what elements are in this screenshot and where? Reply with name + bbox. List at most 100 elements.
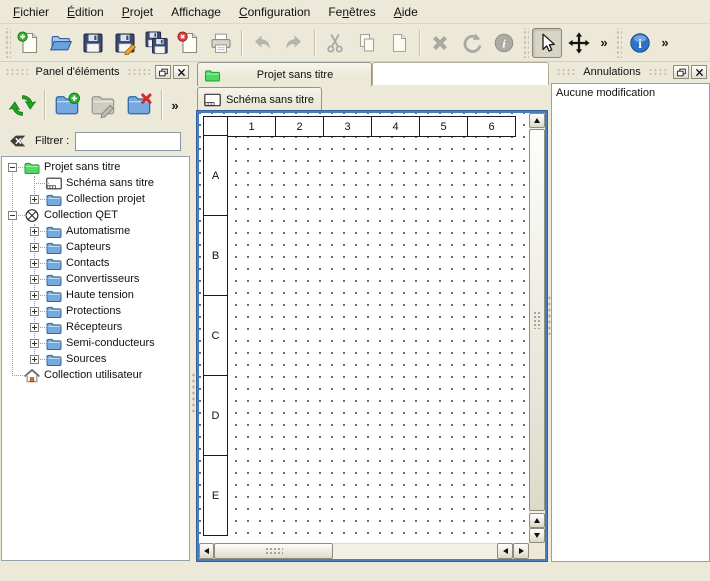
tree-item-schema-sans-titre[interactable]: Schéma sans titre xyxy=(2,176,189,192)
menu-edition[interactable]: Édition xyxy=(58,2,113,22)
menu-affichage[interactable]: Affichage xyxy=(162,2,230,22)
filter-label: Filtrer : xyxy=(35,135,69,147)
new-file-button[interactable] xyxy=(14,28,44,58)
close-file-button[interactable] xyxy=(174,28,204,58)
scroll-left-button[interactable] xyxy=(199,543,214,559)
expand-box[interactable] xyxy=(30,227,39,236)
rotate-button[interactable] xyxy=(457,28,487,58)
tree-item-sources[interactable]: Sources xyxy=(2,352,189,368)
tab-schema[interactable]: Schéma sans titre xyxy=(197,87,322,111)
float-panel-button[interactable] xyxy=(673,65,689,79)
tree-item-label: Récepteurs xyxy=(66,321,122,333)
expand-box[interactable] xyxy=(30,195,39,204)
expand-box[interactable] xyxy=(30,243,39,252)
paste-button[interactable] xyxy=(384,28,414,58)
vertical-scrollbar[interactable] xyxy=(529,113,545,543)
filter-input[interactable] xyxy=(75,132,181,151)
collapse-box[interactable] xyxy=(8,211,17,220)
menu-fenetres[interactable]: Fenêtres xyxy=(319,2,384,22)
expand-box[interactable] xyxy=(30,275,39,284)
new-category-button[interactable] xyxy=(50,87,84,123)
grid-column-5: 5 xyxy=(419,116,468,137)
thumb-grip xyxy=(265,547,283,555)
grid-column-3: 3 xyxy=(323,116,372,137)
tree-item-projet-sans-titre[interactable]: Projet sans titre xyxy=(2,160,189,176)
tree-item-protections[interactable]: Protections xyxy=(2,304,189,320)
clear-filter-button[interactable] xyxy=(5,132,29,150)
edit-category-button[interactable] xyxy=(86,87,120,123)
print-button[interactable] xyxy=(206,28,236,58)
delete-button[interactable] xyxy=(425,28,455,58)
clear-filter-icon xyxy=(8,134,27,148)
expand-box[interactable] xyxy=(30,291,39,300)
undo-history-item[interactable]: Aucune modification xyxy=(552,84,709,101)
tree-item-recepteurs[interactable]: Récepteurs xyxy=(2,320,189,336)
tree-item-label: Convertisseurs xyxy=(66,273,139,285)
tree-item-collection-utilisateur[interactable]: Collection utilisateur xyxy=(2,368,189,384)
restore-icon xyxy=(159,68,168,77)
float-panel-button[interactable] xyxy=(155,65,171,79)
expand-box[interactable] xyxy=(30,259,39,268)
expand-box[interactable] xyxy=(30,323,39,332)
tree-branch-line xyxy=(34,183,49,184)
horizontal-scrollbar-thumb[interactable] xyxy=(214,543,333,559)
open-file-button[interactable] xyxy=(46,28,76,58)
vertical-scrollbar-thumb[interactable] xyxy=(529,129,545,511)
left-splitter-handle[interactable] xyxy=(191,372,196,412)
reload-button[interactable] xyxy=(5,87,39,123)
tree-item-capteurs[interactable]: Capteurs xyxy=(2,240,189,256)
tree-item-collection-qet[interactable]: Collection QET xyxy=(2,208,189,224)
print-icon xyxy=(209,31,233,55)
copy-button[interactable] xyxy=(352,28,382,58)
object-info-button[interactable]: i xyxy=(489,28,519,58)
overflow-button[interactable]: » xyxy=(656,30,674,56)
tree-item-label: Haute tension xyxy=(66,289,134,301)
menu-configuration[interactable]: Configuration xyxy=(230,2,319,22)
toolbar-handle[interactable] xyxy=(4,28,11,58)
info-button[interactable]: i xyxy=(625,28,655,58)
undo-history-list[interactable]: Aucune modification xyxy=(551,83,710,562)
scroll-up-button-2[interactable] xyxy=(529,513,545,528)
overflow-button[interactable]: » xyxy=(595,30,613,56)
toolbar-handle[interactable] xyxy=(522,28,529,58)
redo-button[interactable] xyxy=(279,28,309,58)
scroll-left-button-2[interactable] xyxy=(497,543,513,559)
scroll-up-button[interactable] xyxy=(529,113,545,128)
save-all-button[interactable] xyxy=(142,28,172,58)
delete-category-button[interactable] xyxy=(122,87,156,123)
tree-item-collection-projet[interactable]: Collection projet xyxy=(2,192,189,208)
save-as-button[interactable] xyxy=(110,28,140,58)
scroll-right-button[interactable] xyxy=(513,543,529,559)
expand-box[interactable] xyxy=(30,307,39,316)
elements-panel-title: Panel d'éléments xyxy=(33,66,121,78)
restore-icon xyxy=(677,68,686,77)
tab-project[interactable]: Projet sans titre xyxy=(197,62,372,86)
select-arrow-button[interactable] xyxy=(532,28,562,58)
expand-box[interactable] xyxy=(30,355,39,364)
cut-button[interactable] xyxy=(320,28,350,58)
dock-grip xyxy=(556,68,576,76)
undo-button[interactable] xyxy=(247,28,277,58)
grid-row-b: B xyxy=(203,215,228,296)
expand-box[interactable] xyxy=(30,339,39,348)
tree-item-automatisme[interactable]: Automatisme xyxy=(2,224,189,240)
menu-projet[interactable]: Projet xyxy=(113,2,162,22)
tab-schema-label: Schéma sans titre xyxy=(225,94,315,106)
tree-item-haute-tension[interactable]: Haute tension xyxy=(2,288,189,304)
horizontal-scrollbar[interactable] xyxy=(199,543,529,559)
toolbar-handle[interactable] xyxy=(615,28,622,58)
schematic-canvas[interactable]: 123456 ABCDE xyxy=(199,113,529,543)
close-panel-button[interactable] xyxy=(691,65,707,79)
menu-aide[interactable]: Aide xyxy=(385,2,427,22)
tree-item-convertisseurs[interactable]: Convertisseurs xyxy=(2,272,189,288)
schema-icon xyxy=(204,93,221,107)
tree-item-semi-conducteurs[interactable]: Semi-conducteurs xyxy=(2,336,189,352)
menu-fichier[interactable]: Fichier xyxy=(4,2,58,22)
move-button[interactable] xyxy=(564,28,594,58)
close-panel-button[interactable] xyxy=(173,65,189,79)
collapse-box[interactable] xyxy=(8,163,17,172)
scroll-down-button[interactable] xyxy=(529,528,545,543)
save-button[interactable] xyxy=(78,28,108,58)
tree-item-contacts[interactable]: Contacts xyxy=(2,256,189,272)
overflow-button[interactable]: » xyxy=(166,92,184,118)
